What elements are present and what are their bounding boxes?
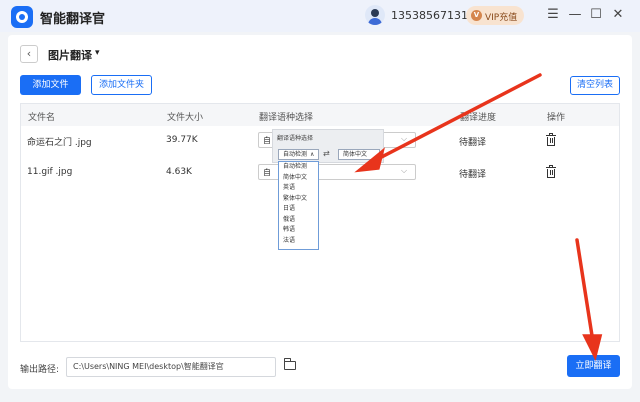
col-actions: 操作 xyxy=(547,113,566,123)
target-language-selected: 简体中文 xyxy=(343,151,368,158)
user-avatar[interactable] xyxy=(365,5,385,25)
source-language-selected: 自动检测 xyxy=(283,151,308,158)
vip-recharge-label: VIP充值 xyxy=(485,13,518,23)
maximize-icon[interactable]: ☐ xyxy=(587,6,605,24)
target-language-dropdown[interactable]: 简体中文 xyxy=(338,149,380,160)
source-language-value: 自 xyxy=(263,136,271,145)
list-item[interactable]: 日语 xyxy=(279,204,318,215)
table-header: 文件名 文件大小 翻译语种选择 翻译进度 操作 xyxy=(21,104,619,126)
source-language-value: 自 xyxy=(263,168,271,177)
table-row-status: 待翻译 xyxy=(459,170,487,180)
list-item[interactable]: 自动检测 xyxy=(279,162,318,173)
table-row-filesize: 4.63K xyxy=(166,167,192,177)
translate-now-button[interactable]: 立即翻译 xyxy=(567,355,620,377)
col-progress: 翻译进度 xyxy=(460,113,497,123)
col-language: 翻译语种选择 xyxy=(259,113,314,123)
folder-icon[interactable] xyxy=(284,358,296,370)
table-row-filename: 11.gif .jpg xyxy=(27,167,73,177)
close-icon[interactable]: ✕ xyxy=(609,6,627,24)
col-filename: 文件名 xyxy=(28,113,56,123)
table-row-status: 待翻译 xyxy=(459,138,487,148)
add-folder-button[interactable]: 添加文件夹 xyxy=(91,75,152,95)
output-path-label: 输出路径: xyxy=(20,365,60,375)
list-item[interactable]: 英语 xyxy=(279,183,318,194)
clear-list-button[interactable]: 清空列表 xyxy=(570,76,620,95)
chevron-up-icon: ∧ xyxy=(310,151,315,158)
list-item[interactable]: 简体中文 xyxy=(279,173,318,184)
add-file-button[interactable]: 添加文件 xyxy=(20,75,81,95)
back-button[interactable]: ‹ xyxy=(20,45,38,63)
output-path-field[interactable]: C:\Users\NING MEI\desktop\智能翻译官 xyxy=(66,357,276,377)
swap-languages-icon[interactable]: ⇄ xyxy=(323,149,330,158)
user-phone[interactable]: 13538567131 xyxy=(391,9,468,22)
list-item[interactable]: 繁体中文 xyxy=(279,194,318,205)
app-title: 智能翻译官 xyxy=(40,12,106,27)
title-bar: 智能翻译官 13538567131 V VIP充值 ☰ — ☐ ✕ xyxy=(0,0,640,32)
source-language-dropdown[interactable]: 自动检测 ∧ xyxy=(278,149,319,160)
chevron-down-icon: ⌵ xyxy=(401,134,408,143)
delete-icon[interactable] xyxy=(546,165,556,178)
page-title[interactable]: 图片翻译 xyxy=(48,47,92,63)
table-row-filesize: 39.77K xyxy=(166,135,198,145)
vip-crown-icon: V xyxy=(471,10,482,21)
table-row-filename: 命运石之门 .jpg xyxy=(27,138,92,148)
list-item[interactable]: 俄语 xyxy=(279,215,318,226)
app-logo-icon xyxy=(11,6,33,28)
language-popup-title: 翻译语种选择 xyxy=(277,135,314,142)
source-language-options: 自动检测 简体中文 英语 繁体中文 日语 俄语 韩语 法语 xyxy=(278,161,319,250)
list-item[interactable]: 法语 xyxy=(279,236,318,247)
menu-icon[interactable]: ☰ xyxy=(544,6,562,24)
vip-recharge-button[interactable]: V VIP充值 xyxy=(466,6,524,25)
delete-icon[interactable] xyxy=(546,133,556,146)
minimize-icon[interactable]: — xyxy=(566,6,584,24)
list-item[interactable]: 韩语 xyxy=(279,225,318,236)
chevron-down-icon: ⌵ xyxy=(401,166,408,175)
col-filesize: 文件大小 xyxy=(167,113,204,123)
page-dropdown-icon[interactable]: ▾ xyxy=(95,48,100,58)
